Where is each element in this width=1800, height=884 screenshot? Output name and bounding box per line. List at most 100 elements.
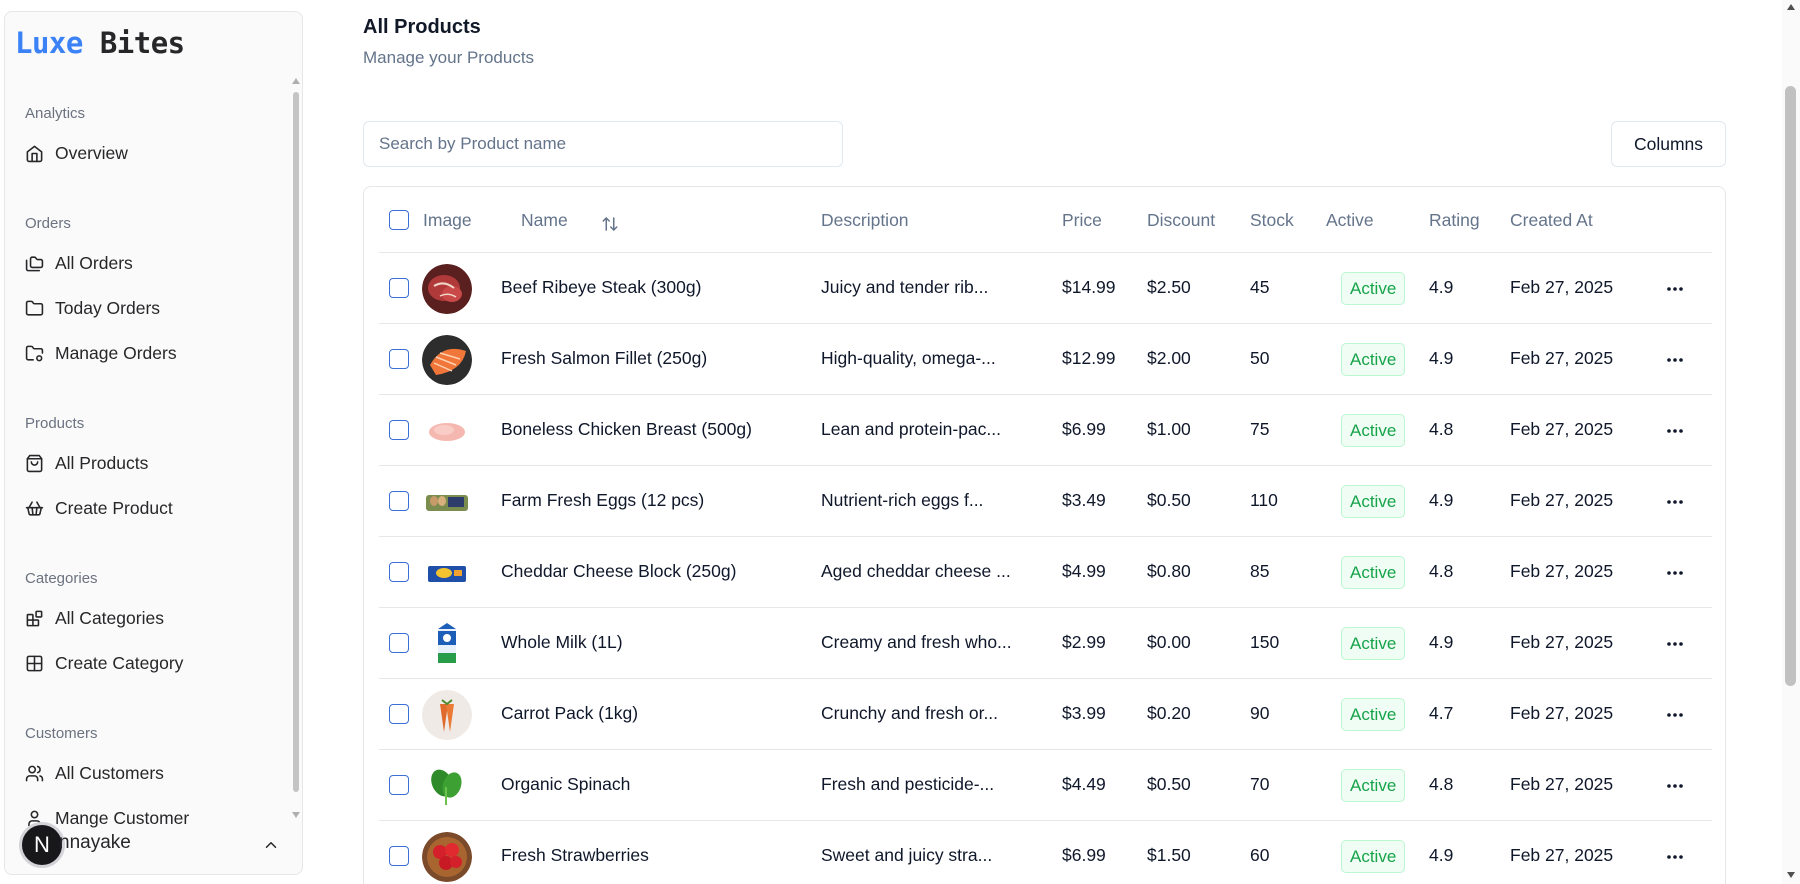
- product-name[interactable]: Cheddar Cheese Block (250g): [501, 561, 736, 582]
- more-actions-icon[interactable]: [1666, 778, 1684, 794]
- table-header: Image Name Description Price Discount St…: [379, 187, 1712, 253]
- product-name[interactable]: Farm Fresh Eggs (12 pcs): [501, 490, 704, 511]
- sidebar-item-label: All Products: [55, 452, 149, 473]
- row-checkbox[interactable]: [389, 562, 409, 582]
- scroll-down-arrow-icon[interactable]: [292, 812, 300, 818]
- more-actions-icon[interactable]: [1666, 636, 1684, 652]
- more-actions-icon[interactable]: [1666, 494, 1684, 510]
- more-actions-icon[interactable]: [1666, 849, 1684, 865]
- sidebar-scrollbar[interactable]: [293, 80, 299, 830]
- sidebar: Luxe Bites Analytics Overview Orders All…: [4, 11, 303, 875]
- table-row[interactable]: Cheddar Cheese Block (250g) Aged cheddar…: [379, 537, 1712, 608]
- product-created-at: Feb 27, 2025: [1510, 774, 1614, 794]
- more-actions-icon[interactable]: [1666, 423, 1684, 439]
- product-name[interactable]: Organic Spinach: [501, 774, 630, 795]
- product-name[interactable]: Fresh Salmon Fillet (250g): [501, 348, 707, 369]
- status-badge: Active: [1341, 272, 1406, 305]
- status-badge: Active: [1341, 840, 1406, 873]
- product-price: $4.99: [1062, 561, 1106, 581]
- product-price: $14.99: [1062, 277, 1116, 297]
- table-row[interactable]: Whole Milk (1L) Creamy and fresh who... …: [379, 608, 1712, 679]
- page-scroll-up-icon[interactable]: [1787, 4, 1795, 10]
- sidebar-item-all-products[interactable]: All Products: [19, 444, 281, 482]
- sidebar-item-label: Manage Orders: [55, 342, 177, 363]
- row-checkbox[interactable]: [389, 633, 409, 653]
- column-header-active: Active: [1326, 210, 1374, 230]
- sidebar-item-manage-orders[interactable]: Manage Orders: [19, 334, 281, 372]
- columns-button[interactable]: Columns: [1611, 121, 1726, 167]
- product-discount: $0.20: [1147, 703, 1191, 723]
- table-row[interactable]: Organic Spinach Fresh and pesticide-... …: [379, 750, 1712, 821]
- table-row[interactable]: Boneless Chicken Breast (500g) Lean and …: [379, 395, 1712, 466]
- table-row[interactable]: Farm Fresh Eggs (12 pcs) Nutrient-rich e…: [379, 466, 1712, 537]
- product-description: High-quality, omega-...: [821, 348, 996, 368]
- sidebar-item-all-customers[interactable]: All Customers: [19, 754, 281, 792]
- search-input[interactable]: [363, 121, 843, 167]
- product-name[interactable]: Boneless Chicken Breast (500g): [501, 419, 752, 440]
- more-actions-icon[interactable]: [1666, 281, 1684, 297]
- product-price: $3.49: [1062, 490, 1106, 510]
- sidebar-item-create-product[interactable]: Create Product: [19, 489, 281, 527]
- product-name[interactable]: Carrot Pack (1kg): [501, 703, 638, 724]
- more-actions-icon[interactable]: [1666, 352, 1684, 368]
- table-row[interactable]: Fresh Strawberries Sweet and juicy stra.…: [379, 821, 1712, 884]
- product-discount: $0.80: [1147, 561, 1191, 581]
- status-badge: Active: [1341, 343, 1406, 376]
- brand-logo[interactable]: Luxe Bites: [15, 26, 185, 60]
- column-header-stock: Stock: [1250, 210, 1294, 230]
- row-checkbox[interactable]: [389, 420, 409, 440]
- row-checkbox[interactable]: [389, 846, 409, 866]
- product-rating: 4.9: [1429, 277, 1454, 297]
- product-name[interactable]: Beef Ribeye Steak (300g): [501, 277, 701, 298]
- product-created-at: Feb 27, 2025: [1510, 845, 1614, 865]
- product-description: Crunchy and fresh or...: [821, 703, 999, 723]
- product-created-at: Feb 27, 2025: [1510, 561, 1614, 581]
- page-scroll-down-icon[interactable]: [1787, 872, 1795, 878]
- status-badge: Active: [1341, 627, 1406, 660]
- sidebar-item-overview[interactable]: Overview: [19, 134, 281, 172]
- select-all-checkbox[interactable]: [389, 210, 409, 230]
- product-price: $2.99: [1062, 632, 1106, 652]
- folders-icon: [25, 255, 44, 271]
- product-rating: 4.9: [1429, 348, 1454, 368]
- column-header-name[interactable]: Name: [521, 210, 568, 231]
- status-badge: Active: [1341, 556, 1406, 589]
- sidebar-item-label: All Customers: [55, 762, 164, 783]
- row-checkbox[interactable]: [389, 349, 409, 369]
- table-row[interactable]: Beef Ribeye Steak (300g) Juicy and tende…: [379, 253, 1712, 324]
- row-checkbox[interactable]: [389, 704, 409, 724]
- eggs-image: [422, 477, 472, 527]
- page-scrollbar[interactable]: [1782, 0, 1800, 884]
- chevron-up-icon[interactable]: [262, 836, 280, 854]
- user-menu[interactable]: nnayake N: [19, 822, 289, 868]
- product-created-at: Feb 27, 2025: [1510, 348, 1614, 368]
- row-checkbox[interactable]: [389, 491, 409, 511]
- sort-icon[interactable]: [601, 215, 619, 233]
- status-badge: Active: [1341, 414, 1406, 447]
- grid-icon: [26, 655, 43, 671]
- sidebar-item-create-category[interactable]: Create Category: [19, 644, 281, 682]
- sidebar-item-all-categories[interactable]: All Categories: [19, 599, 281, 637]
- more-actions-icon[interactable]: [1666, 565, 1684, 581]
- sidebar-scroll-thumb[interactable]: [293, 92, 299, 792]
- page-scroll-thumb[interactable]: [1785, 86, 1796, 686]
- scroll-up-arrow-icon[interactable]: [292, 78, 300, 84]
- column-header-description: Description: [821, 210, 909, 230]
- product-created-at: Feb 27, 2025: [1510, 632, 1614, 652]
- shopping-bag-icon: [26, 454, 43, 472]
- sidebar-item-all-orders[interactable]: All Orders: [19, 244, 281, 282]
- sidebar-item-today-orders[interactable]: Today Orders: [19, 289, 281, 327]
- chicken-image: [422, 406, 472, 456]
- table-row[interactable]: Fresh Salmon Fillet (250g) High-quality,…: [379, 324, 1712, 395]
- product-description: Juicy and tender rib...: [821, 277, 989, 297]
- product-rating: 4.8: [1429, 419, 1454, 439]
- product-name[interactable]: Whole Milk (1L): [501, 632, 623, 653]
- more-actions-icon[interactable]: [1666, 707, 1684, 723]
- sidebar-item-label: Create Category: [55, 652, 184, 673]
- product-price: $6.99: [1062, 845, 1106, 865]
- table-row[interactable]: Carrot Pack (1kg) Crunchy and fresh or..…: [379, 679, 1712, 750]
- strawberries-image: [422, 832, 472, 882]
- row-checkbox[interactable]: [389, 278, 409, 298]
- row-checkbox[interactable]: [389, 775, 409, 795]
- product-name[interactable]: Fresh Strawberries: [501, 845, 649, 866]
